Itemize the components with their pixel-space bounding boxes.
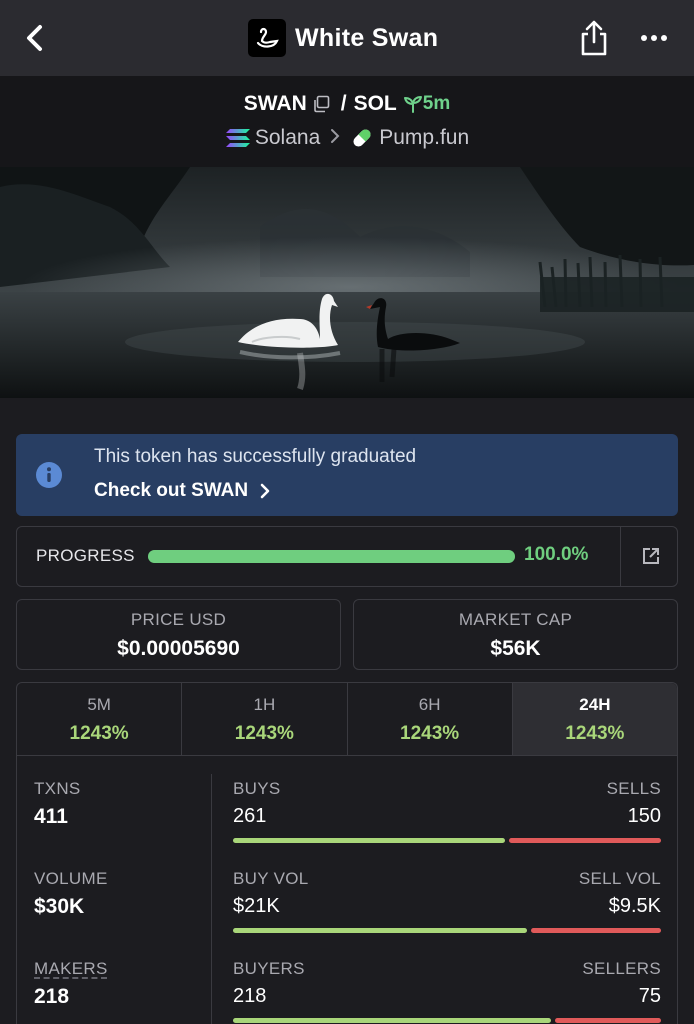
market-cap-card: MARKET CAP $56K [353,599,678,670]
market-cap-value: $56K [490,637,541,660]
market-cap-label: MARKET CAP [458,610,573,629]
tab-change: 1243% [234,723,294,744]
sprout-icon [403,96,422,113]
buys-value: 261 [233,805,267,827]
pair-line: SWAN / SOL 5m [0,90,694,118]
makers-value: 218 [34,985,70,1008]
volume-row: VOLUME $30K BUY VOL SELL VOL $21K $9.5K [17,869,677,959]
volume-label: VOLUME [34,869,108,888]
more-button[interactable] [634,24,674,52]
sell-vol-value: $9.5K [608,895,661,917]
quote-symbol: SOL [353,92,397,115]
tab-label: 1H [253,695,276,714]
back-icon [27,25,42,51]
chevron-right-icon [260,483,270,499]
tab-label: 6H [418,695,441,714]
buy-vol-label: BUY VOL [233,869,309,888]
more-icon [641,35,667,41]
sell-vol-label: SELL VOL [578,869,661,888]
price-usd-card: PRICE USD $0.00005690 [16,599,341,670]
top-bar: White Swan [0,0,694,76]
tab-change: 1243% [565,723,625,744]
pair-info: SWAN / SOL 5m Solana Pump.fun [0,76,694,167]
buyers-sellers-bar [233,1018,661,1023]
price-usd-label: PRICE USD [130,610,227,629]
chain-link[interactable]: Solana [255,126,320,150]
copy-icon[interactable] [312,95,330,113]
buys-label: BUYS [233,779,281,798]
sell-share [508,838,661,843]
sells-label: SELLS [606,779,661,798]
buy-sell-ratio-bar [233,838,661,843]
buy-sell-volume-bar [233,928,661,933]
page-title: White Swan [295,23,439,52]
title-group: White Swan [248,19,438,57]
makers-label[interactable]: MAKERS [34,959,108,979]
buy-share [233,928,528,933]
external-link-icon [643,548,659,564]
bonding-progress-card: PROGRESS 100.0% [16,526,678,587]
sell-share [531,928,661,933]
buy-share [233,1018,552,1023]
tab-change: 1243% [400,723,460,744]
progress-bar [148,550,515,563]
share-icon [581,20,607,56]
progress-value: 100.0% [524,544,589,565]
buy-share [233,838,505,843]
buy-vol-value: $21K [233,895,280,917]
makers-row: MAKERS 218 BUYERS SELLERS 218 75 [17,959,677,1024]
solana-icon [225,129,250,147]
tab-5m[interactable]: 5M 1243% [17,683,183,755]
tab-label: 24H [579,695,611,714]
pair-age: 5m [403,93,450,115]
sellers-value: 75 [638,985,661,1007]
txns-label: TXNS [34,779,81,798]
chain-line: Solana Pump.fun [0,124,694,152]
share-button[interactable] [576,18,612,58]
token-banner-image [0,167,694,398]
base-symbol: SWAN [243,92,307,115]
external-link-button[interactable] [620,527,678,586]
graduated-notice: This token has successfully graduated Ch… [16,434,678,516]
sells-value: 150 [627,805,661,827]
swan-logo-icon [248,19,286,57]
check-out-token-link[interactable]: Check out SWAN [94,480,276,502]
price-usd-value: $0.00005690 [117,637,240,660]
tab-label: 5M [87,695,111,714]
buyers-value: 218 [233,985,267,1007]
txns-row: TXNS 411 BUYS SELLS 261 150 [17,779,677,869]
tab-1h[interactable]: 1H 1243% [182,683,348,755]
buyers-label: BUYERS [233,959,305,978]
back-button[interactable] [18,18,58,58]
txns-value: 411 [34,805,68,828]
sell-share [555,1018,661,1023]
pair-separator: / [340,92,347,115]
volume-value: $30K [34,895,85,918]
timeframe-tabs: 5M 1243% 1H 1243% 6H 1243% 24H 1243% [17,683,677,756]
notice-message: This token has successfully graduated [94,446,417,467]
tab-24h[interactable]: 24H 1243% [512,683,677,755]
chevron-right-icon [330,126,340,150]
tab-6h[interactable]: 6H 1243% [348,683,513,755]
tab-change: 1243% [69,723,129,744]
progress-fill [148,550,515,563]
dex-link[interactable]: Pump.fun [379,126,469,150]
sellers-label: SELLERS [582,959,661,978]
pill-icon [353,129,371,147]
progress-label: PROGRESS [36,546,135,565]
info-icon [36,462,62,488]
check-out-token-label: Check out SWAN [94,480,249,501]
timeframe-stats-card: 5M 1243% 1H 1243% 6H 1243% 24H 1243% TXN… [16,682,678,1024]
pair-age-text: 5m [422,93,451,114]
